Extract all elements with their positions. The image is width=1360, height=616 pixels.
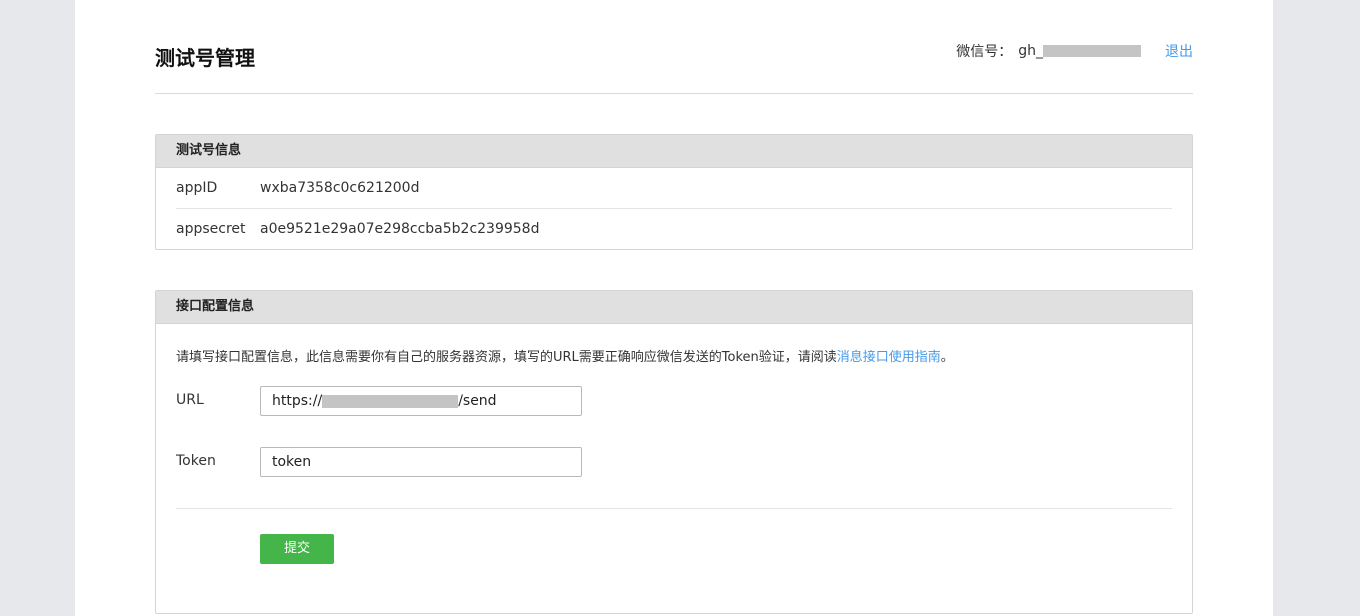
appid-label: appID	[176, 180, 218, 196]
token-value: token	[272, 454, 312, 470]
wechat-id-redacted	[1043, 45, 1141, 57]
url-suffix: /send	[458, 393, 497, 409]
description-text: 请填写接口配置信息，此信息需要你有自己的服务器资源，填写的URL需要正确响应微信…	[176, 350, 837, 365]
account-info: 微信号： gh_ 退出	[956, 41, 1193, 61]
appsecret-label: appsecret	[176, 221, 246, 237]
wechat-id-label: 微信号：	[956, 44, 1013, 60]
appid-row: appID wxba7358c0c621200d	[176, 168, 1172, 208]
main-card: 测试号管理 微信号： gh_ 退出 测试号信息 appID wxba7358c0…	[75, 0, 1273, 616]
token-input[interactable]: token	[260, 447, 582, 477]
interface-config-title: 接口配置信息	[156, 291, 1192, 324]
interface-config-description: 请填写接口配置信息，此信息需要你有自己的服务器资源，填写的URL需要正确响应微信…	[176, 346, 1172, 365]
page-header: 测试号管理 微信号： gh_ 退出	[155, 0, 1193, 94]
submit-button[interactable]: 提交	[260, 534, 334, 564]
logout-link[interactable]: 退出	[1165, 41, 1193, 61]
token-label: Token	[176, 453, 216, 469]
form-divider	[176, 508, 1172, 509]
test-account-info-title: 测试号信息	[156, 135, 1192, 168]
test-account-info-panel: 测试号信息 appID wxba7358c0c621200d appsecret…	[155, 134, 1193, 250]
url-prefix: https://	[272, 393, 323, 409]
wechat-id-prefix: gh_	[1018, 43, 1043, 59]
appid-value: wxba7358c0c621200d	[260, 180, 420, 196]
url-label: URL	[176, 392, 204, 408]
description-end: 。	[940, 350, 954, 365]
interface-config-panel: 接口配置信息 请填写接口配置信息，此信息需要你有自己的服务器资源，填写的URL需…	[155, 290, 1193, 614]
url-redacted	[322, 394, 459, 408]
page-title: 测试号管理	[155, 46, 255, 70]
appsecret-value: a0e9521e29a07e298ccba5b2c239958d	[260, 221, 540, 237]
url-input[interactable]: https:// /send	[260, 386, 582, 416]
appsecret-row: appsecret a0e9521e29a07e298ccba5b2c23995…	[176, 208, 1172, 249]
message-api-guide-link[interactable]: 消息接口使用指南	[837, 350, 941, 365]
